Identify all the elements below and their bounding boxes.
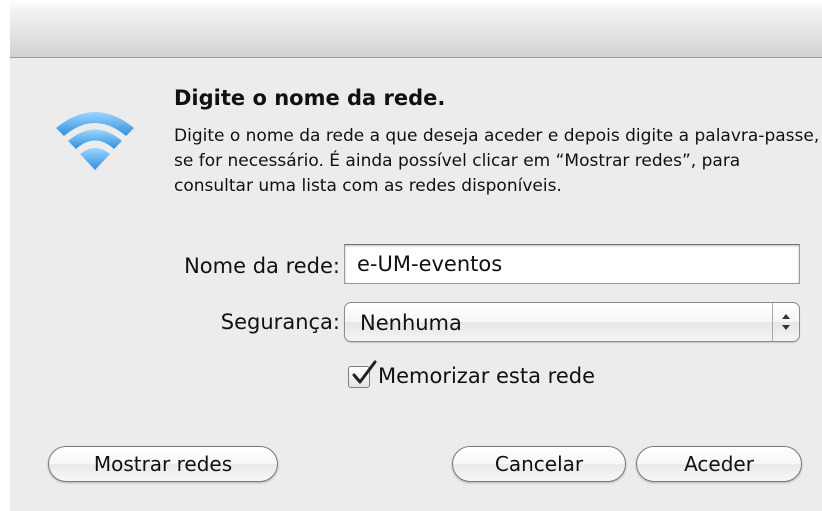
remember-network-checkbox[interactable] [348,360,377,388]
dialog-description: Digite o nome da rede a que deseja acede… [174,126,820,196]
join-button[interactable]: Aceder [636,446,802,482]
join-network-dialog: Digite o nome da rede. Digite o nome da … [10,0,822,511]
remember-network-label: Memorizar esta rede [378,364,595,388]
title-bar [10,0,822,58]
up-down-arrows-icon [782,314,790,330]
dialog-heading: Digite o nome da rede. [174,86,446,110]
select-divider [772,303,773,341]
show-networks-button[interactable]: Mostrar redes [48,446,278,482]
network-name-label: Nome da rede: [184,254,340,278]
checkmark-icon [352,360,377,384]
security-select[interactable]: Nenhuma [344,302,800,342]
wifi-icon [56,112,134,170]
security-label: Segurança: [220,310,340,334]
cancel-button[interactable]: Cancelar [452,446,626,482]
security-select-value: Nenhuma [360,311,462,335]
network-name-input[interactable] [344,244,800,284]
